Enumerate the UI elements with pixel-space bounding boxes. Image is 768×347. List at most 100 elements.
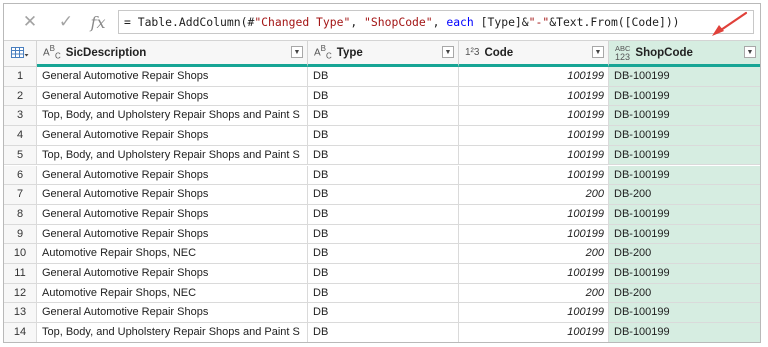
cell-shopcode[interactable]: DB-200	[609, 283, 760, 304]
row-number[interactable]: 11	[4, 264, 37, 284]
cell-code[interactable]: 100199	[459, 106, 609, 127]
table-row[interactable]: 12 Automotive Repair Shops, NEC DB 200 DB-20…	[4, 283, 760, 304]
table-row[interactable]: 7 General Automotive Repair Shops DB 200 DB-…	[4, 185, 760, 205]
cell-shopcode[interactable]: DB-100199	[609, 165, 760, 186]
cell-type[interactable]: DB	[308, 67, 459, 87]
cell-type[interactable]: DB	[308, 126, 459, 146]
row-number[interactable]: 14	[4, 323, 37, 342]
cell-code[interactable]: 100199	[459, 126, 609, 146]
cell-sicdescription[interactable]: General Automotive Repair Shops	[37, 204, 308, 225]
cell-type[interactable]: DB	[308, 224, 459, 245]
table-row[interactable]: 11 General Automotive Repair Shops DB 10019…	[4, 264, 760, 284]
cell-sicdescription[interactable]: Automotive Repair Shops, NEC	[37, 244, 308, 264]
table-row[interactable]: 4 General Automotive Repair Shops DB 100199…	[4, 126, 760, 146]
cell-type[interactable]: DB	[308, 323, 459, 342]
cell-shopcode[interactable]: DB-200	[609, 185, 760, 205]
table-row[interactable]: 9 General Automotive Repair Shops DB 100199…	[4, 224, 760, 245]
row-number[interactable]: 2	[4, 86, 37, 107]
table-row[interactable]: 6 General Automotive Repair Shops DB 100199…	[4, 165, 760, 186]
table-row[interactable]: 1 General Automotive Repair Shops DB 100199…	[4, 67, 760, 87]
row-number[interactable]: 4	[4, 126, 37, 146]
cell-code[interactable]: 100199	[459, 224, 609, 245]
row-number[interactable]: 10	[4, 244, 37, 264]
chevron-down-icon[interactable]: ▼	[442, 46, 454, 58]
cell-shopcode[interactable]: DB-100199	[609, 67, 760, 87]
row-number[interactable]: 5	[4, 145, 37, 166]
cell-code[interactable]: 100199	[459, 303, 609, 324]
cell-type[interactable]: DB	[308, 185, 459, 205]
table-row[interactable]: 2 General Automotive Repair Shops DB 100199…	[4, 86, 760, 107]
cell-sicdescription[interactable]: Top, Body, and Upholstery Repair Shops a…	[37, 323, 308, 342]
cell-type[interactable]: DB	[308, 303, 459, 324]
cell-type[interactable]: DB	[308, 244, 459, 264]
row-number[interactable]: 12	[4, 283, 37, 304]
cell-shopcode[interactable]: DB-100199	[609, 323, 760, 342]
cell-sicdescription[interactable]: General Automotive Repair Shops	[37, 86, 308, 107]
cell-sicdescription[interactable]: General Automotive Repair Shops	[37, 185, 308, 205]
number-type-icon[interactable]: 1²3	[465, 48, 479, 58]
chevron-down-icon[interactable]: ▼	[592, 46, 604, 58]
fx-icon[interactable]: fx	[86, 10, 110, 34]
column-header-sicdescription[interactable]: ABC SicDescription ▼	[37, 41, 308, 67]
cell-code[interactable]: 200	[459, 283, 609, 304]
cell-shopcode[interactable]: DB-100199	[609, 106, 760, 127]
table-row[interactable]: 10 Automotive Repair Shops, NEC DB 200 DB-20…	[4, 244, 760, 264]
cell-code[interactable]: 100199	[459, 67, 609, 87]
cell-sicdescription[interactable]: General Automotive Repair Shops	[37, 264, 308, 284]
row-number[interactable]: 6	[4, 165, 37, 186]
chevron-down-icon[interactable]: ▼	[291, 46, 303, 58]
cell-code[interactable]: 100199	[459, 264, 609, 284]
cell-sicdescription[interactable]: General Automotive Repair Shops	[37, 67, 308, 87]
column-header-code[interactable]: 1²3 Code ▼	[459, 41, 609, 67]
table-row[interactable]: 13 General Automotive Repair Shops DB 10019…	[4, 303, 760, 324]
cell-shopcode[interactable]: DB-100199	[609, 303, 760, 324]
cell-type[interactable]: DB	[308, 86, 459, 107]
cell-shopcode[interactable]: DB-200	[609, 244, 760, 264]
cell-code[interactable]: 100199	[459, 145, 609, 166]
table-row[interactable]: 8 General Automotive Repair Shops DB 100199…	[4, 204, 760, 225]
row-number[interactable]: 1	[4, 67, 37, 87]
cell-sicdescription[interactable]: Top, Body, and Upholstery Repair Shops a…	[37, 106, 308, 127]
text-type-icon[interactable]: ABC	[43, 44, 61, 60]
check-icon[interactable]: ✓	[54, 10, 78, 34]
cell-code[interactable]: 100199	[459, 165, 609, 186]
cell-code[interactable]: 100199	[459, 323, 609, 342]
cell-shopcode[interactable]: DB-100199	[609, 86, 760, 107]
cell-type[interactable]: DB	[308, 283, 459, 304]
close-icon[interactable]: ✕	[18, 10, 42, 34]
table-row[interactable]: 5 Top, Body, and Upholstery Repair Shops …	[4, 145, 760, 166]
row-number[interactable]: 8	[4, 204, 37, 225]
row-number[interactable]: 13	[4, 303, 37, 324]
cell-sicdescription[interactable]: General Automotive Repair Shops	[37, 126, 308, 146]
cell-code[interactable]: 100199	[459, 86, 609, 107]
row-number[interactable]: 3	[4, 106, 37, 127]
column-header-shopcode[interactable]: ABC 123 ShopCode ▼	[609, 41, 760, 67]
cell-shopcode[interactable]: DB-100199	[609, 126, 760, 146]
cell-shopcode[interactable]: DB-100199	[609, 264, 760, 284]
cell-shopcode[interactable]: DB-100199	[609, 224, 760, 245]
cell-sicdescription[interactable]: General Automotive Repair Shops	[37, 165, 308, 186]
text-type-icon[interactable]: ABC	[314, 44, 332, 60]
formula-input[interactable]: = Table.AddColumn(#"Changed Type", "Shop…	[118, 10, 754, 34]
table-menu-icon[interactable]	[4, 41, 37, 67]
table-row[interactable]: 3 Top, Body, and Upholstery Repair Shops …	[4, 106, 760, 127]
cell-sicdescription[interactable]: Top, Body, and Upholstery Repair Shops a…	[37, 145, 308, 166]
cell-shopcode[interactable]: DB-100199	[609, 204, 760, 225]
column-header-type[interactable]: ABC Type ▼	[308, 41, 459, 67]
cell-type[interactable]: DB	[308, 204, 459, 225]
cell-code[interactable]: 100199	[459, 204, 609, 225]
row-number[interactable]: 9	[4, 224, 37, 245]
cell-code[interactable]: 200	[459, 244, 609, 264]
cell-code[interactable]: 200	[459, 185, 609, 205]
cell-type[interactable]: DB	[308, 264, 459, 284]
cell-type[interactable]: DB	[308, 165, 459, 186]
cell-type[interactable]: DB	[308, 145, 459, 166]
row-number[interactable]: 7	[4, 185, 37, 205]
cell-sicdescription[interactable]: Automotive Repair Shops, NEC	[37, 283, 308, 304]
cell-type[interactable]: DB	[308, 106, 459, 127]
cell-shopcode[interactable]: DB-100199	[609, 145, 760, 166]
cell-sicdescription[interactable]: General Automotive Repair Shops	[37, 303, 308, 324]
chevron-down-icon[interactable]: ▼	[744, 46, 756, 58]
table-row[interactable]: 14 Top, Body, and Upholstery Repair Shops…	[4, 323, 760, 342]
cell-sicdescription[interactable]: General Automotive Repair Shops	[37, 224, 308, 245]
